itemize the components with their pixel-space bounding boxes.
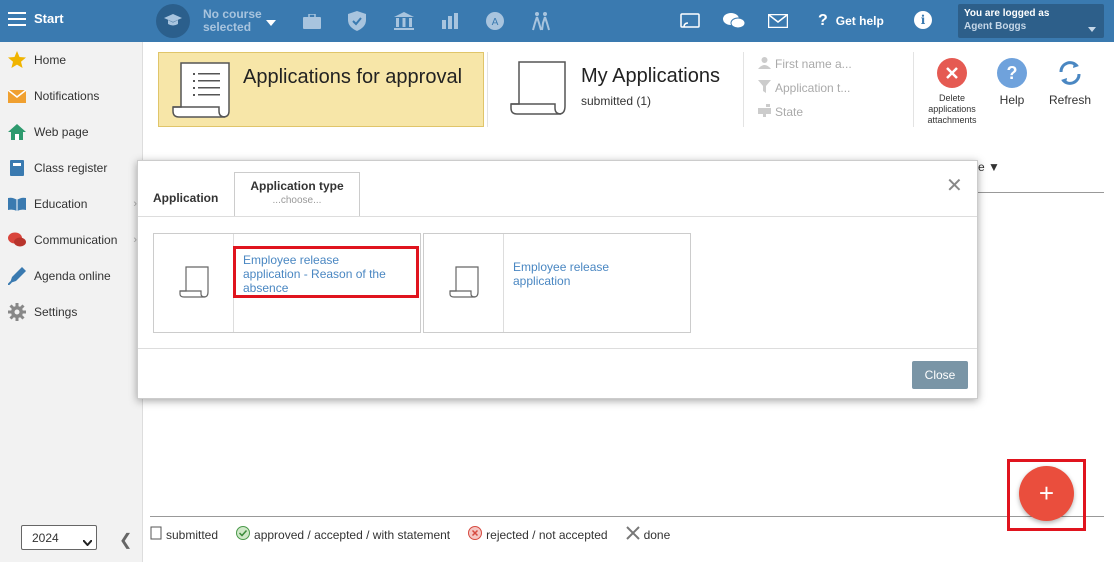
close-button[interactable]: Close	[912, 361, 968, 389]
check-circle-icon	[236, 526, 251, 543]
document-icon	[150, 526, 162, 543]
house-icon	[8, 123, 26, 141]
chevron-down-icon	[82, 535, 93, 549]
divider	[743, 52, 744, 127]
walking-people-icon[interactable]	[530, 10, 552, 32]
sidebar-item-agenda-online[interactable]: Agenda online	[0, 264, 143, 288]
filter-first-name[interactable]: First name a...	[758, 56, 852, 72]
scroll-document-icon	[424, 234, 504, 332]
highlight-box	[233, 246, 419, 298]
question-icon: ?	[818, 12, 828, 29]
gear-icon	[8, 303, 26, 321]
delete-attachments-button[interactable]: Delete applications attachments	[924, 58, 980, 126]
funnel-icon	[758, 80, 771, 96]
add-application-button[interactable]: +	[1019, 466, 1074, 521]
refresh-button[interactable]: Refresh	[1044, 58, 1096, 107]
sidebar-item-web-page[interactable]: Web page	[0, 120, 143, 144]
chevron-down-icon[interactable]	[266, 15, 276, 29]
divider	[487, 52, 488, 127]
application-type-link[interactable]: Employee release application	[513, 260, 609, 288]
approval-title: Applications for approval	[243, 66, 463, 88]
scroll-document-icon	[510, 61, 566, 115]
refresh-icon	[1055, 58, 1085, 88]
person-icon	[758, 56, 771, 72]
star-icon	[8, 51, 26, 69]
sidebar-item-notifications[interactable]: Notifications	[0, 84, 143, 108]
chat-icon	[8, 231, 26, 249]
top-bar: Start No course selected A ? Get help i	[0, 0, 1114, 42]
sidebar-item-education[interactable]: Education ›	[0, 192, 143, 216]
tab-my-applications[interactable]: My Applications submitted (1)	[491, 52, 741, 127]
tab-applications-for-approval[interactable]: Applications for approval	[158, 52, 484, 127]
status-legend: submitted approved / accepted / with sta…	[150, 526, 670, 543]
institution-icon[interactable]	[393, 10, 415, 32]
sidebar-item-class-register[interactable]: Class register	[0, 156, 143, 180]
course-selector[interactable]: No course selected	[203, 8, 262, 34]
start-label: Start	[34, 11, 64, 26]
my-applications-title: My Applications	[581, 65, 720, 87]
mailbox-icon	[758, 104, 771, 120]
menu-icon	[8, 11, 26, 26]
envelope-icon	[8, 87, 26, 105]
divider	[978, 192, 1104, 193]
mail-icon[interactable]	[767, 10, 789, 32]
cast-icon[interactable]	[679, 10, 701, 32]
close-icon[interactable]: ✕	[946, 173, 963, 198]
graduation-cap-icon[interactable]	[156, 4, 190, 38]
grade-badge-icon[interactable]: A	[484, 10, 506, 32]
info-icon[interactable]: i	[914, 11, 932, 29]
bar-chart-icon[interactable]	[439, 10, 461, 32]
column-header-partial[interactable]: e ▼	[978, 160, 1000, 174]
sidebar-item-home[interactable]: Home	[0, 48, 143, 72]
chevron-down-icon	[1088, 23, 1096, 36]
delete-icon	[937, 58, 967, 88]
submitted-count: submitted (1)	[581, 94, 652, 108]
help-icon: ?	[997, 58, 1027, 88]
get-help-button[interactable]: ? Get help	[818, 12, 884, 30]
briefcase-icon[interactable]	[301, 10, 323, 32]
shield-check-icon[interactable]	[346, 10, 368, 32]
divider	[150, 516, 1104, 517]
tab-application[interactable]: Application	[153, 191, 218, 205]
user-login-box[interactable]: You are logged as Agent Boggs	[958, 4, 1104, 38]
start-button[interactable]: Start	[8, 11, 64, 26]
collapse-sidebar-icon[interactable]: ❮	[119, 530, 132, 550]
scroll-document-icon	[154, 234, 234, 332]
year-select[interactable]: 2024	[21, 525, 97, 550]
tools-icon	[625, 526, 640, 543]
sidebar-item-communication[interactable]: Communication ›	[0, 228, 143, 252]
divider	[913, 52, 914, 127]
svg-text:A: A	[492, 17, 499, 28]
open-book-icon	[8, 195, 26, 213]
book-icon	[8, 159, 26, 177]
chat-bubbles-icon[interactable]	[723, 10, 745, 32]
filter-application-type[interactable]: Application t...	[758, 80, 850, 96]
sidebar-item-settings[interactable]: Settings	[0, 300, 143, 324]
x-circle-icon	[468, 526, 483, 543]
divider	[138, 216, 977, 217]
pen-icon	[8, 267, 26, 285]
tab-application-type[interactable]: Application type ...choose...	[234, 172, 360, 217]
divider	[138, 348, 977, 349]
application-type-card[interactable]: Employee release application	[423, 233, 691, 333]
sidebar: Home Notifications Web page Class regist…	[0, 42, 143, 562]
help-button[interactable]: ? Help	[990, 58, 1034, 107]
document-list-icon	[172, 62, 230, 118]
filter-state[interactable]: State	[758, 104, 803, 120]
